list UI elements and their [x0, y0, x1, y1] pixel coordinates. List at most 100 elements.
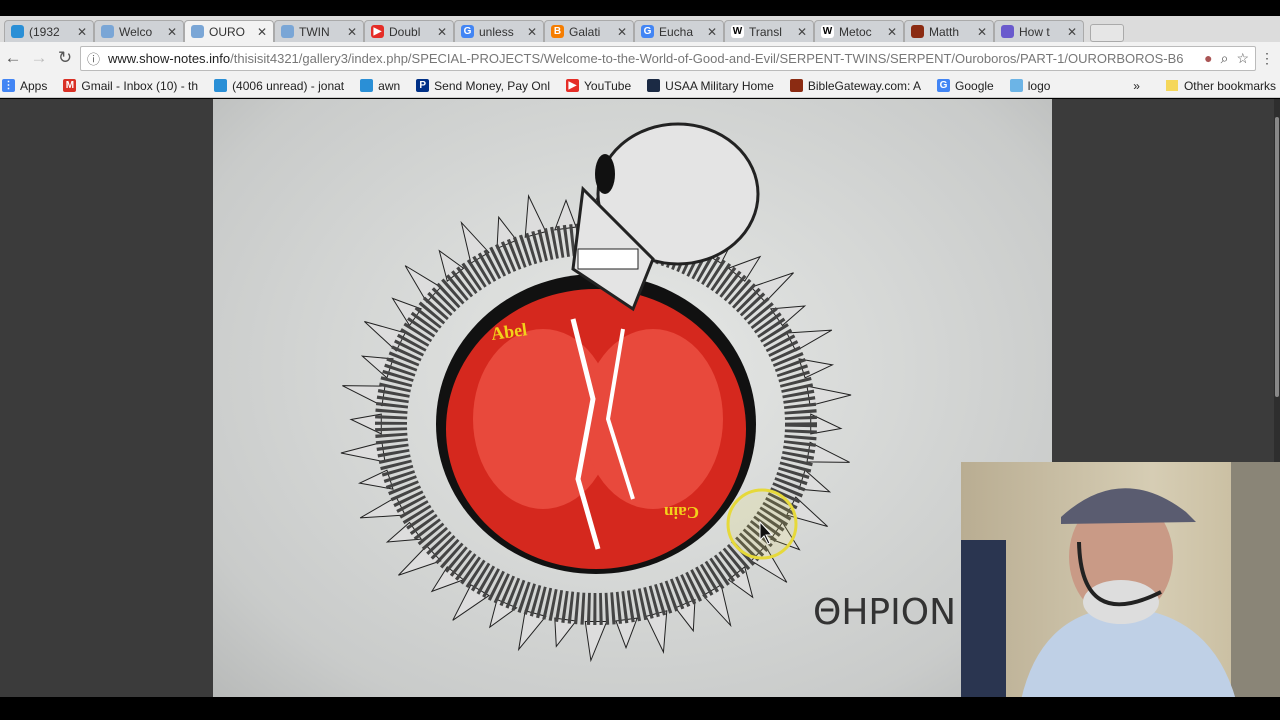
webcam-presenter	[961, 462, 1280, 700]
tab[interactable]: Gunless ✕	[454, 20, 544, 42]
bookmark-label: USAA Military Home	[665, 78, 774, 93]
other-bookmarks[interactable]: Other bookmarks	[1184, 79, 1276, 93]
bookmark-item[interactable]: P Send Money, Pay Onl	[416, 79, 550, 93]
att-icon	[11, 25, 24, 38]
folder-icon	[1165, 80, 1178, 91]
bookmark-item[interactable]: ▶ YouTube	[566, 79, 631, 93]
tab[interactable]: (1932 ✕	[4, 20, 94, 42]
close-tab-icon[interactable]: ✕	[797, 25, 807, 39]
spike	[391, 297, 422, 327]
biblegateway-icon	[911, 25, 924, 38]
gmail-icon: M	[63, 79, 77, 92]
bookmark-item[interactable]: ⋮ Apps	[2, 79, 47, 93]
tab-title: Metoc	[839, 24, 872, 39]
gallery-icon	[101, 25, 114, 38]
wikipedia-icon: W	[821, 25, 834, 38]
spike	[438, 249, 465, 283]
bookmarks-bar: ⋮ Apps M Gmail - Inbox (10) - th (4006 unrea…	[0, 74, 1280, 98]
tab[interactable]: OURO ✕	[184, 20, 274, 42]
menu-icon[interactable]: ⋮	[1260, 50, 1274, 67]
close-tab-icon[interactable]: ✕	[347, 25, 357, 39]
forward-button[interactable]: →	[26, 48, 52, 68]
tab-title: Transl	[749, 24, 782, 39]
screen-bottom-bar	[0, 697, 1280, 720]
spike	[496, 215, 518, 250]
bookmark-label: Send Money, Pay Onl	[434, 78, 550, 93]
google-icon: G	[937, 79, 951, 92]
close-tab-icon[interactable]: ✕	[977, 25, 987, 39]
bookmark-label: BibleGateway.com: A	[807, 78, 922, 93]
close-tab-icon[interactable]: ✕	[167, 25, 177, 39]
zoom-icon[interactable]: ⌕	[1221, 50, 1229, 67]
close-tab-icon[interactable]: ✕	[617, 25, 627, 39]
bookmark-item[interactable]: USAA Military Home	[647, 79, 774, 93]
screen-top-bar	[0, 0, 1280, 16]
more-bookmarks-icon[interactable]: »	[1133, 79, 1140, 93]
bookmark-item[interactable]: (4006 unread) - jonat	[214, 79, 344, 93]
spike	[806, 385, 852, 407]
browser-toolbar: ← → ↻ ⓘ www.show-notes.info/thisisit4321…	[0, 42, 1280, 74]
tab-title: Galati	[569, 24, 601, 39]
spike	[517, 610, 547, 652]
close-tab-icon[interactable]: ✕	[707, 25, 717, 39]
tab[interactable]: B Galati ✕	[544, 20, 634, 42]
spike	[554, 617, 578, 648]
gallery-icon	[281, 25, 294, 38]
close-tab-icon[interactable]: ✕	[257, 25, 267, 39]
biblegateway-icon	[789, 79, 803, 92]
paypal-icon: P	[416, 79, 430, 92]
bookmark-item[interactable]: logo	[1009, 79, 1050, 93]
spike	[786, 329, 833, 352]
close-tab-icon[interactable]: ✕	[1067, 25, 1077, 39]
bookmark-item[interactable]: M Gmail - Inbox (10) - th	[63, 79, 198, 93]
youtube-icon: ▶	[566, 79, 579, 92]
new-tab-button[interactable]	[1090, 24, 1124, 42]
close-tab-icon[interactable]: ✕	[527, 25, 537, 39]
spike	[674, 598, 696, 633]
spike	[524, 193, 547, 238]
google-icon: G	[461, 25, 474, 38]
usaa-icon	[647, 79, 661, 92]
tab-title: (1932	[29, 24, 60, 39]
url-host: www.show-notes.info	[108, 51, 231, 66]
apps-grid-icon: ⋮	[2, 79, 15, 92]
skull	[571, 122, 760, 312]
url-path: /thisisit4321/gallery3/index.php/SPECIAL…	[230, 51, 1184, 66]
close-tab-icon[interactable]: ✕	[77, 25, 87, 39]
tab-strip: (1932 ✕ Welco ✕ OURO ✕ TWIN ✕ ▶ Doubl ✕ Gunless ✕ B Ga…	[0, 16, 1280, 42]
tab[interactable]: ▶ Doubl ✕	[364, 20, 454, 42]
tab[interactable]: W Transl ✕	[724, 20, 814, 42]
bookmark-item[interactable]: awn	[360, 79, 400, 93]
bookmark-item[interactable]: BibleGateway.com: A	[789, 78, 922, 93]
bookmark-label: Gmail - Inbox (10) - th	[81, 78, 199, 93]
bookmark-star-icon[interactable]: ☆	[1236, 50, 1249, 67]
tab[interactable]: G Eucha ✕	[634, 20, 724, 42]
bookmark-item[interactable]: G Google	[937, 79, 994, 93]
bookmark-label: Apps	[20, 78, 48, 93]
back-button[interactable]: ←	[0, 48, 26, 68]
close-tab-icon[interactable]: ✕	[887, 25, 897, 39]
tab[interactable]: TWIN ✕	[274, 20, 364, 42]
tab[interactable]: W Metoc ✕	[814, 20, 904, 42]
gallery-icon	[191, 25, 204, 38]
bookmark-label: Google	[955, 78, 994, 93]
close-tab-icon[interactable]: ✕	[437, 25, 447, 39]
tab[interactable]: Matth ✕	[904, 20, 994, 42]
tab-title: Doubl	[389, 24, 421, 39]
google-icon: G	[641, 25, 654, 38]
tab-title: OURO	[209, 24, 245, 39]
awn-icon	[360, 79, 374, 92]
tab-title: Welco	[119, 24, 153, 39]
spike	[398, 545, 442, 576]
spike	[404, 265, 442, 303]
label-cain: Cain	[664, 503, 700, 522]
tab-title: Eucha	[659, 24, 694, 39]
reload-button[interactable]: ↻	[52, 48, 78, 68]
extension-icon[interactable]: ●	[1204, 50, 1212, 67]
info-icon[interactable]: ⓘ	[87, 49, 100, 68]
bookmark-label: (4006 unread) - jonat	[232, 78, 345, 93]
caption-therion: ΘΗΡΙΟΝ	[813, 592, 956, 633]
tab[interactable]: Welco ✕	[94, 20, 184, 42]
tab[interactable]: How t ✕	[994, 20, 1084, 42]
address-bar[interactable]: ⓘ www.show-notes.info/thisisit4321/galle…	[80, 46, 1256, 71]
